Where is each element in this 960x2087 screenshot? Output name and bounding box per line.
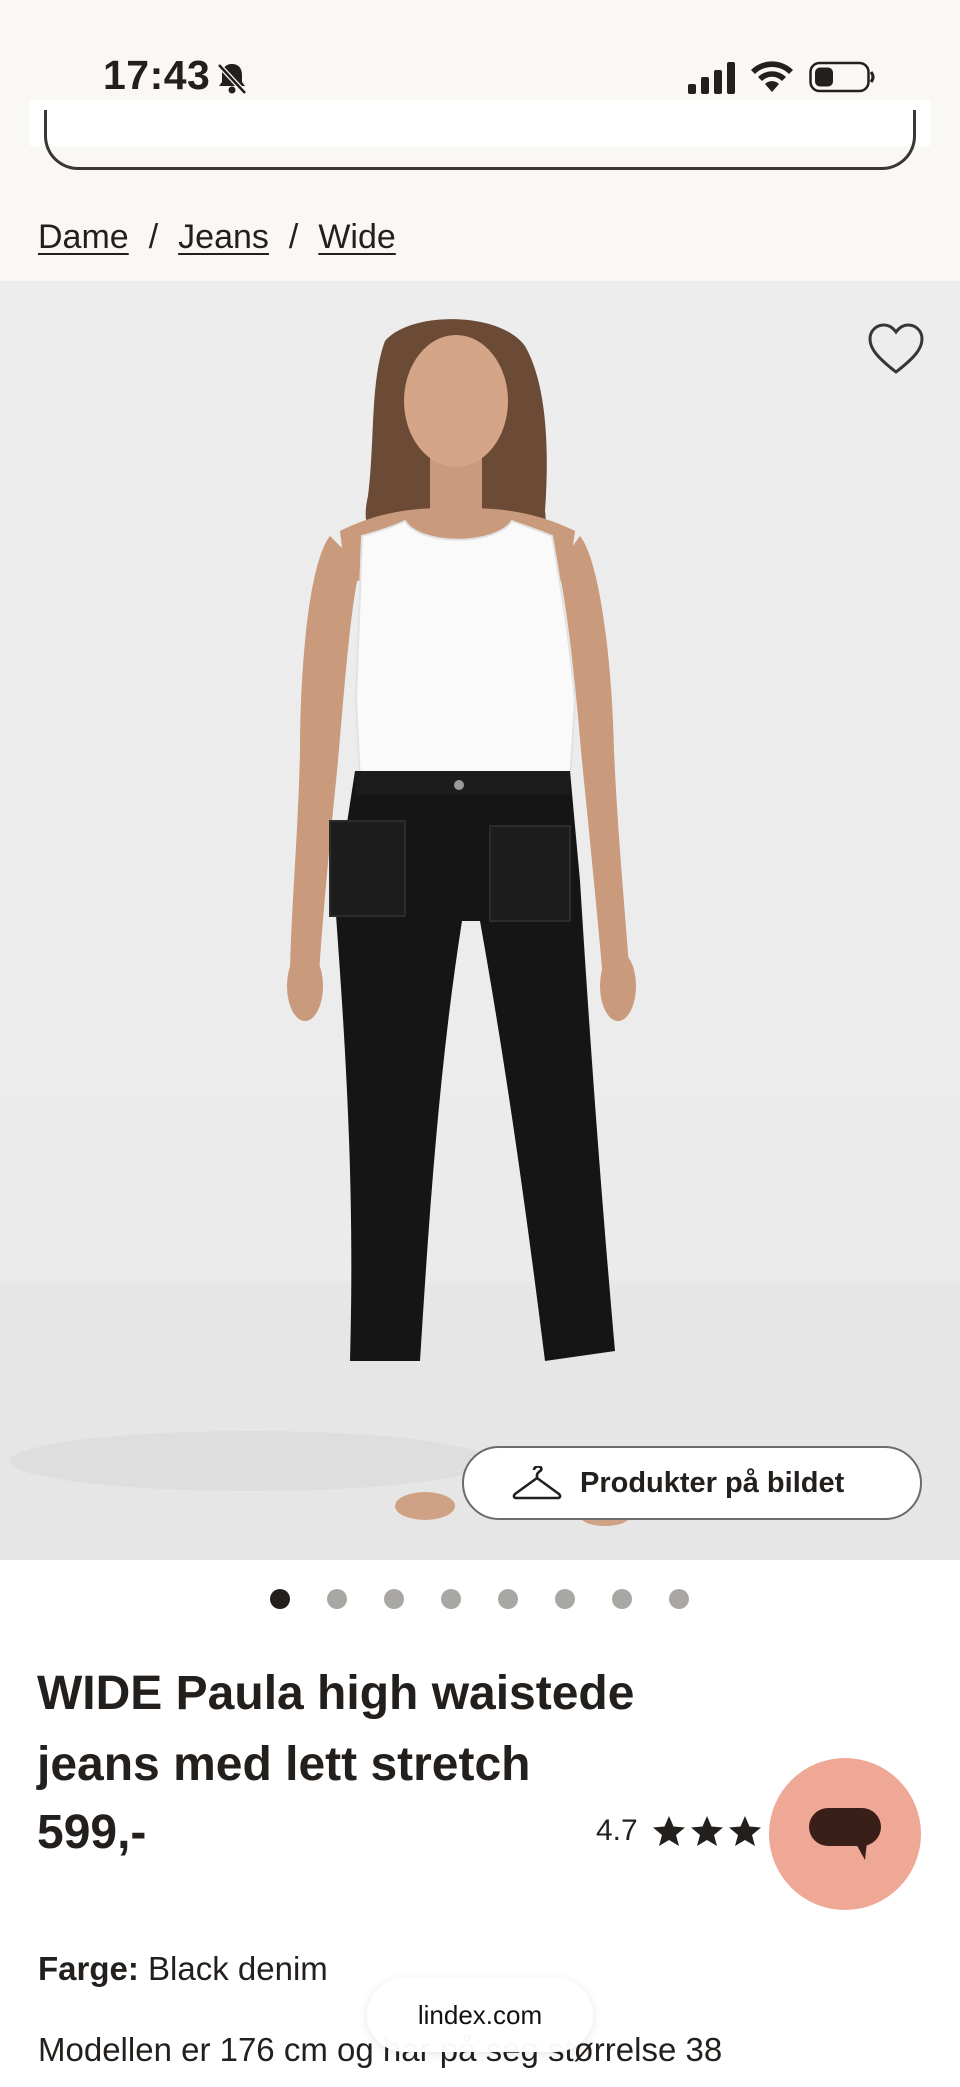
status-time: 17:43 bbox=[103, 52, 211, 98]
star-icon bbox=[652, 1816, 685, 1846]
color-info: Farge: Black denim bbox=[38, 1950, 328, 1988]
color-label: Farge: bbox=[38, 1950, 139, 1987]
color-value: Black denim bbox=[148, 1950, 328, 1987]
carousel-dot[interactable] bbox=[498, 1589, 518, 1609]
products-button-label: Produkter på bildet bbox=[580, 1466, 845, 1499]
star-icon bbox=[690, 1816, 723, 1846]
breadcrumb-dame[interactable]: Dame bbox=[38, 218, 129, 257]
carousel-dot[interactable] bbox=[441, 1589, 461, 1609]
product-price: 599,- bbox=[37, 1806, 147, 1859]
carousel-dot[interactable] bbox=[327, 1589, 347, 1609]
chat-bubble-icon bbox=[809, 1808, 881, 1860]
product-rating[interactable]: 4.7 bbox=[596, 1814, 762, 1848]
hanger-icon bbox=[512, 1466, 562, 1500]
search-bar-fill bbox=[58, 100, 902, 146]
rating-value: 4.7 bbox=[596, 1814, 638, 1847]
breadcrumb-separator: / bbox=[148, 218, 159, 256]
carousel-indicator bbox=[270, 1588, 689, 1610]
wifi-icon bbox=[751, 61, 793, 92]
carousel-dot[interactable] bbox=[612, 1589, 632, 1609]
rating-stars bbox=[652, 1815, 762, 1847]
product-title: WIDE Paula high waistede jeans med lett … bbox=[37, 1667, 635, 1791]
products-in-image-button[interactable]: Produkter på bildet bbox=[462, 1446, 922, 1520]
carousel-dot[interactable] bbox=[384, 1589, 404, 1609]
chat-button[interactable] bbox=[769, 1758, 921, 1910]
model-photo bbox=[0, 319, 960, 1560]
bell-slash-icon bbox=[217, 63, 247, 95]
signal-icon bbox=[688, 62, 735, 94]
heart-icon[interactable] bbox=[866, 320, 926, 380]
carousel-dot[interactable] bbox=[669, 1589, 689, 1609]
browser-url: lindex.com bbox=[417, 1999, 543, 2030]
breadcrumb-separator: / bbox=[288, 218, 299, 256]
carousel-dot[interactable] bbox=[555, 1589, 575, 1609]
breadcrumb-wide[interactable]: Wide bbox=[318, 218, 395, 257]
product-image[interactable] bbox=[0, 281, 960, 1560]
star-icon bbox=[728, 1816, 761, 1846]
battery-icon bbox=[809, 61, 875, 93]
breadcrumb: Dame / Jeans / Wide bbox=[38, 218, 396, 257]
browser-url-bar[interactable]: lindex.com bbox=[367, 1978, 593, 2052]
breadcrumb-jeans[interactable]: Jeans bbox=[178, 218, 269, 257]
carousel-dot[interactable] bbox=[270, 1589, 290, 1609]
